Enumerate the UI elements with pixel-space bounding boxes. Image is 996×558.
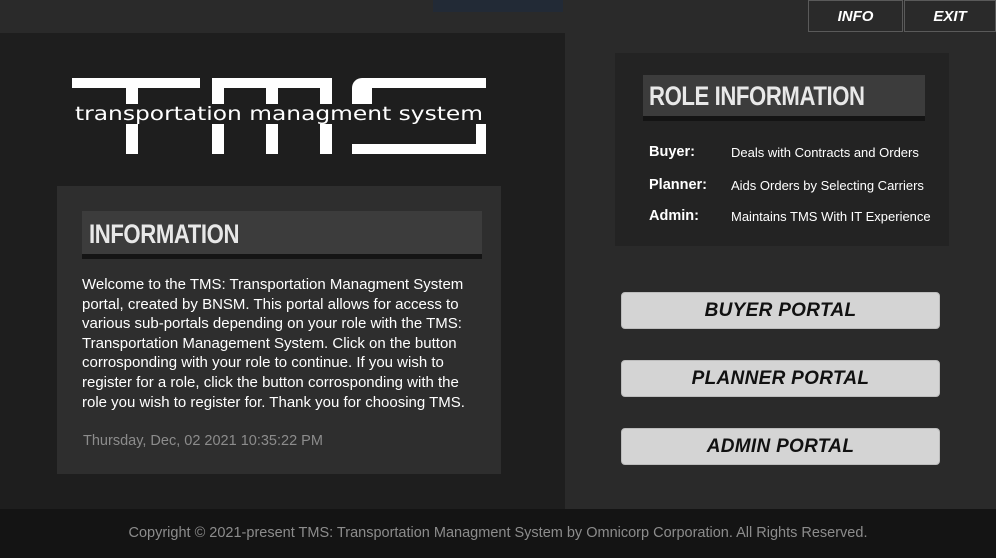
role-description: Aids Orders by Selecting Carriers bbox=[731, 178, 924, 193]
footer: Copyright © 2021-present TMS: Transporta… bbox=[0, 509, 996, 558]
information-title: INFORMATION bbox=[89, 219, 240, 249]
role-information-card: ROLE INFORMATION Buyer: Deals with Contr… bbox=[615, 53, 949, 246]
role-name: Planner: bbox=[649, 177, 708, 193]
information-card: INFORMATION Welcome to the TMS: Transpor… bbox=[57, 186, 501, 474]
buyer-portal-button[interactable]: BUYER PORTAL bbox=[621, 292, 940, 329]
info-button[interactable]: INFO bbox=[808, 0, 903, 32]
planner-portal-button[interactable]: PLANNER PORTAL bbox=[621, 360, 940, 397]
role-information-header: ROLE INFORMATION bbox=[643, 75, 925, 121]
role-description: Deals with Contracts and Orders bbox=[731, 145, 919, 160]
tms-logo: transportation managment system bbox=[72, 78, 486, 156]
copyright-text: Copyright © 2021-present TMS: Transporta… bbox=[128, 524, 868, 541]
role-information-title: ROLE INFORMATION bbox=[649, 81, 865, 111]
admin-portal-button[interactable]: ADMIN PORTAL bbox=[621, 428, 940, 465]
information-body: Welcome to the TMS: Transportation Manag… bbox=[82, 276, 465, 411]
exit-button[interactable]: EXIT bbox=[904, 0, 996, 32]
current-datetime: Thursday, Dec, 02 2021 10:35:22 PM bbox=[83, 433, 323, 449]
role-name: Buyer: bbox=[649, 144, 695, 160]
top-accent-bar bbox=[433, 0, 563, 12]
logo-tagline: transportation managment system bbox=[75, 103, 483, 125]
tms-logo-graphic: transportation managment system bbox=[72, 78, 486, 154]
role-description: Maintains TMS With IT Experience bbox=[731, 209, 931, 224]
information-header: INFORMATION bbox=[82, 211, 482, 259]
role-name: Admin: bbox=[649, 208, 699, 224]
